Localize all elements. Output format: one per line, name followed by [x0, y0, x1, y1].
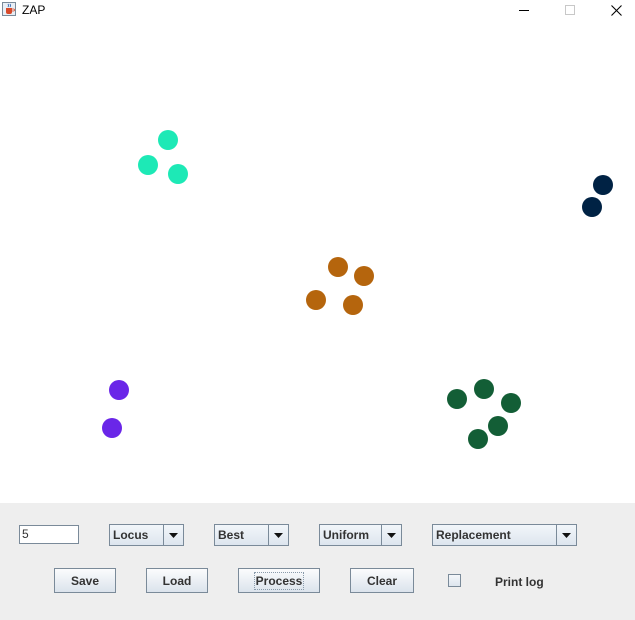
- drawing-canvas[interactable]: [0, 20, 635, 503]
- points-layer: [102, 130, 613, 449]
- load-button[interactable]: Load: [146, 568, 208, 593]
- save-button-label: Save: [70, 573, 100, 588]
- process-button-label: Process: [253, 571, 305, 590]
- point-purple-2: [102, 418, 122, 438]
- zap-window: ZAP Locus: [0, 0, 635, 620]
- chevron-down-icon: [163, 525, 183, 545]
- point-green-5: [468, 429, 488, 449]
- point-purple-1: [109, 380, 129, 400]
- print-log-checkbox[interactable]: [448, 574, 461, 587]
- locus-select[interactable]: Locus: [109, 524, 184, 546]
- cluster-count-input[interactable]: [19, 525, 79, 544]
- point-green-3: [501, 393, 521, 413]
- chevron-down-icon: [381, 525, 401, 545]
- best-select-label: Best: [218, 528, 245, 542]
- close-icon: [610, 4, 622, 16]
- chevron-down-icon: [556, 525, 576, 545]
- java-cup-icon: [2, 2, 16, 16]
- chevron-down-icon: [268, 525, 288, 545]
- clear-button[interactable]: Clear: [350, 568, 414, 593]
- point-teal-2: [138, 155, 158, 175]
- load-button-label: Load: [162, 573, 192, 588]
- print-log-label: Print log: [495, 575, 544, 589]
- control-panel: Locus Best Uniform Replacement Save: [0, 503, 635, 620]
- locus-select-label: Locus: [113, 528, 149, 542]
- best-select[interactable]: Best: [214, 524, 289, 546]
- point-teal-3: [168, 164, 188, 184]
- point-green-2: [447, 389, 467, 409]
- point-navy-2: [582, 197, 602, 217]
- point-teal-1: [158, 130, 178, 150]
- save-button[interactable]: Save: [54, 568, 116, 593]
- uniform-select-label: Uniform: [323, 528, 369, 542]
- process-button[interactable]: Process: [238, 568, 320, 593]
- point-green-1: [474, 379, 494, 399]
- window-title: ZAP: [22, 3, 46, 17]
- point-navy-1: [593, 175, 613, 195]
- maximize-button[interactable]: [547, 0, 593, 20]
- point-orange-4: [343, 295, 363, 315]
- point-orange-3: [306, 290, 326, 310]
- point-green-4: [488, 416, 508, 436]
- point-orange-2: [354, 266, 374, 286]
- clear-button-label: Clear: [366, 573, 398, 588]
- maximize-icon: [565, 5, 575, 15]
- point-orange-1: [328, 257, 348, 277]
- minimize-icon: [519, 10, 529, 11]
- replacement-select-label: Replacement: [436, 528, 511, 542]
- minimize-button[interactable]: [501, 0, 547, 20]
- replacement-select[interactable]: Replacement: [432, 524, 577, 546]
- title-bar: ZAP: [0, 0, 635, 20]
- close-button[interactable]: [593, 0, 635, 20]
- uniform-select[interactable]: Uniform: [319, 524, 402, 546]
